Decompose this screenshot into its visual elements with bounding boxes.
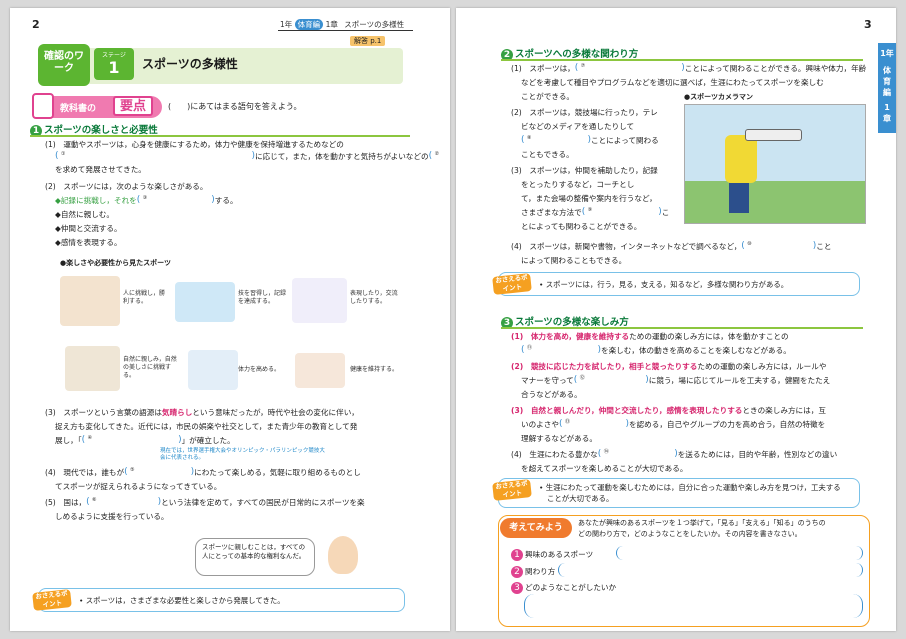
boy-face-illustration (328, 536, 358, 574)
text-line: (5) 国は，⑥という法律を定めて，すべての国民が日常的にスポーツを楽 (45, 497, 365, 508)
text-line: ◆自然に親しむ。 (55, 210, 114, 219)
answer-field-what-to-do[interactable] (524, 594, 863, 618)
page-number: 3 (864, 18, 872, 31)
answer-field-involvement[interactable] (558, 563, 863, 577)
illustration-caption: 表現したり，交流したりする。 (350, 290, 398, 305)
text-line: (4) スポーツは，新聞や書物，インターネットなどで調べるなど，⑩こと (511, 241, 831, 252)
hiking-illustration (65, 346, 120, 391)
youten-label: 教科書の (60, 104, 97, 114)
kangaete-label: 考えてみよう (500, 518, 572, 538)
section-rule (501, 327, 863, 329)
text-line: (1) 運動やスポーツは，心身を健康にするため，体力や健康を保持増進するためなど… (45, 140, 344, 149)
dance-illustration (292, 278, 347, 323)
osaeru-point-box: おさえるポイント • 生涯にわたって運動を楽しむためには，自分に合った運動や楽し… (492, 478, 860, 508)
text-line: (3) スポーツという言葉の語源は気晴らしという意味だったが，時代や社会の変化に… (45, 408, 359, 417)
running-header: 1年 体育編 1章 スポーツの多様性 (280, 19, 405, 30)
section-rule (501, 59, 863, 61)
swimming-illustration (175, 282, 235, 322)
text-line: (3) スポーツは，仲間を補助したり，記録 (511, 166, 658, 175)
text-line: いのよさや⑬を認める，自己やグループの力を高め合う，自然の特徴を (521, 419, 825, 430)
page-title: スポーツの多様性 (142, 57, 238, 71)
illustration-caption: 技を習得し，記録を達成する。 (238, 290, 287, 305)
text-line: (4) 現代では，誰もが⑤にわたって楽しめる，気軽に取り組めるものとし (45, 467, 361, 478)
text-line: さまざまな方法で⑨こ (521, 207, 669, 218)
illustration-title: ●楽しさや必要性から見たスポーツ (60, 259, 171, 267)
text-line: しめるように支援を行っている。 (55, 512, 169, 521)
answer-row: 3 どのようなことがしたいか (511, 582, 616, 594)
text-line: 理解するなどがある。 (521, 434, 597, 443)
speech-bubble: スポーツに親しむことは，すべての人にとっての基本的な権利なんだ。 (195, 538, 315, 576)
stage-badge: ステージ 1 (94, 48, 134, 80)
basketball-illustration (60, 276, 120, 326)
answer-row: 2 関わり方 (511, 566, 555, 578)
text-line: などを考慮して種目やプログラムなどを適切に選べば，生涯にわたってスポーツを楽しむ (521, 78, 824, 87)
text-line: 捉え方も変化してきた。近代には，市民の娯楽や社交として，また青少年の教育として発 (55, 422, 358, 431)
text-line: (4) 生涯にわたる豊かな⑭を送るためには，目的や年齢，性別などの違い (511, 449, 837, 460)
kakunin-badge: 確認のワーク (38, 44, 90, 86)
text-line: (1) 体力を高め，健康を維持するための運動の楽しみ方には，体を動かすことの (511, 332, 789, 341)
text-line: (1) スポーツは，⑦ことによって関わることができる。興味や体力，年齢 (511, 63, 866, 74)
text-line: ◆仲間と交流する。 (55, 224, 122, 233)
text-line: によって関わることもできる。 (521, 256, 627, 265)
text-line: て，また会場の整備や案内を行うなど， (521, 194, 657, 203)
sports-photographer-illustration (684, 104, 866, 224)
text-line: ビなどのメディアを通したりして (521, 122, 635, 131)
question-text: どの関わり方で，どのようなことをしたいか。その内容を書きなさい。 (578, 530, 802, 538)
osaeru-point-box: おさえるポイント • スポーツは，さまざまな必要性と楽しさから発展してきた。 (32, 588, 405, 612)
text-line: ◆感情を表現する。 (55, 238, 122, 247)
answer-row: 1 興味のあるスポーツ (511, 549, 593, 561)
illustration-caption: 人に挑戦し，勝利する。 (123, 290, 166, 305)
illustration-caption: 体力を高める。 (238, 366, 281, 373)
youten-instruction: ( )にあてはまる語句を答えよう。 (168, 102, 302, 111)
youten-key: 要点 (113, 96, 153, 116)
text-line: 合うなどがある。 (521, 390, 582, 399)
text-line: ①に応じて，また，体を動かすと気持ちがよいなどの② (55, 151, 450, 162)
header-rule (278, 30, 413, 31)
answer-field-sport[interactable] (616, 546, 863, 560)
text-line: (2) スポーツは，競技場に行ったり，テレ (511, 108, 658, 117)
question-text: あなたが興味のあるスポーツを１つ挙げて，「見る」「支える」「知る」のうちの (578, 519, 826, 527)
text-line: 展し，「④」が確立した。 (55, 435, 235, 446)
right-page: 3 1年 体育編 1章 2スポーツへの多様な関わり方 (1) スポーツは，⑦こと… (456, 8, 896, 631)
text-line: (2) スポーツには，次のような楽しさがある。 (45, 182, 208, 191)
text-line: (3) 自然と親しんだり，仲間と交流したり，感情を表現したりするときの楽しみ方に… (511, 406, 826, 415)
stretch-illustration (295, 353, 345, 388)
text-line: を求めて発展させてきた。 (55, 165, 146, 174)
illustration-title: ●スポーツカメラマン (684, 93, 753, 101)
text-line: ⑪を楽しむ，体の動きを高めることを楽しむなどがある。 (521, 345, 791, 356)
book-icon (32, 93, 54, 119)
note-text: 現在では，世界選手権大会やオリンピック・パラリンピック競技大会に代表される。 (160, 448, 325, 461)
text-line: てスポーツが捉えられるようになってきている。 (55, 482, 222, 491)
text-line: ◆記録に挑戦し，それを③する。 (55, 195, 238, 206)
chapter-side-tab: 1年 体育編 1章 (878, 43, 896, 133)
answer-ref: 解答 p.1 (350, 36, 386, 46)
text-line: (2) 競技に応じた力を試したり，相手と競ったりするための運動の楽しみ方には，ル… (511, 362, 827, 371)
text-line: こともできる。 (521, 150, 574, 159)
left-page: 2 1年 体育編 1章 スポーツの多様性 確認のワーク ステージ 1 スポーツの… (10, 8, 450, 631)
illustration-caption: 自然に親しみ，自然の美しさに挑戦する。 (123, 356, 177, 379)
section-rule (30, 135, 410, 137)
text-line: を超えてスポーツを楽しめることが大切である。 (521, 464, 688, 473)
illustration-caption: 健康を維持する。 (350, 366, 399, 373)
text-line: ⑧ことによって関わる (521, 135, 659, 146)
text-line: ことができる。 (521, 92, 575, 101)
text-line: マナーを守って⑫に競う，場に応じてルールを工夫する，健闘をたたえ (521, 375, 830, 386)
text-line: をとったりするなど，コーチとし (521, 180, 635, 189)
osaeru-point-box: おさえるポイント • スポーツには，行う，見る，支える，知るなど，多様な関わり方… (492, 272, 860, 296)
page-number: 2 (32, 18, 40, 31)
exercise-illustration (188, 350, 238, 390)
text-line: とによっても関わることができる。 (521, 222, 642, 231)
